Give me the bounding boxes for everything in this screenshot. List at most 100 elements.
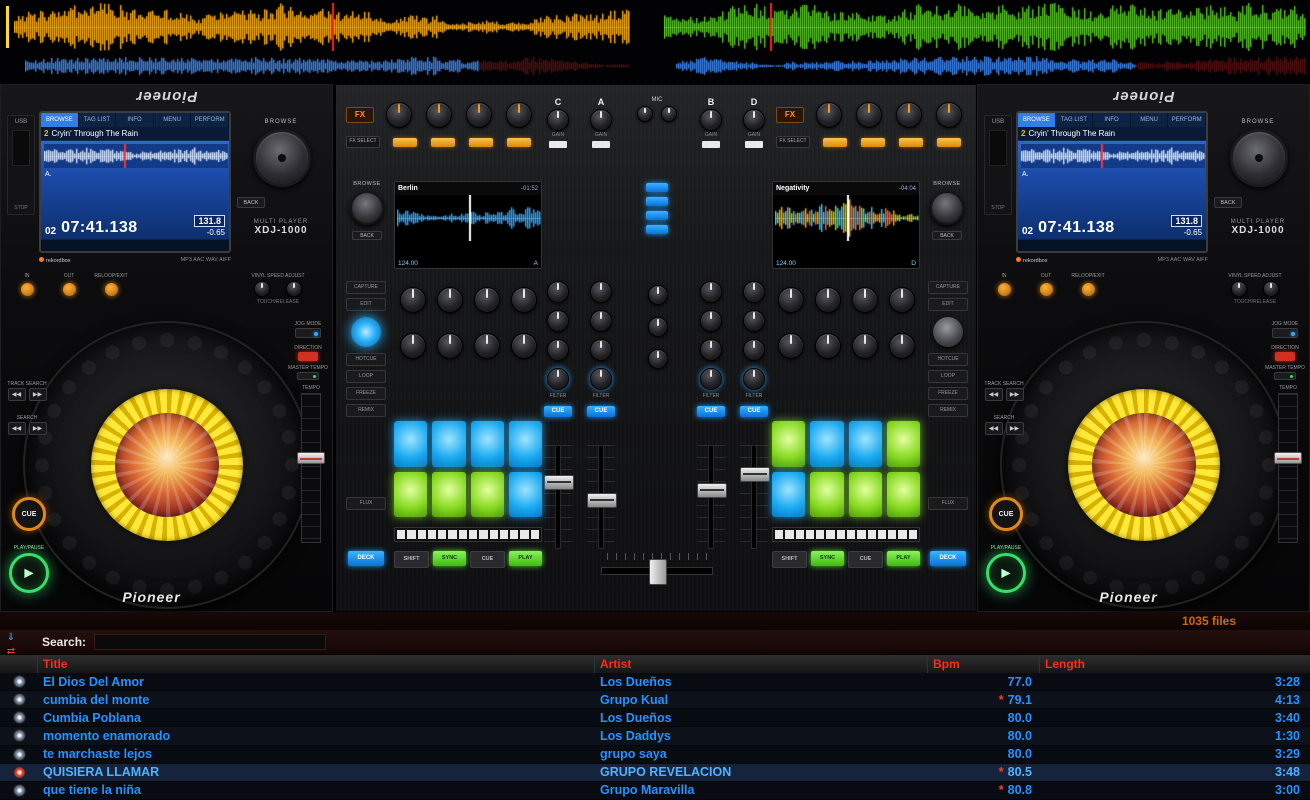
loop-segment[interactable] [468, 530, 478, 539]
tab-tag-list[interactable]: TAG LIST [1055, 113, 1093, 127]
pad-mode-freeze-button[interactable]: FREEZE [346, 387, 386, 400]
cue-button[interactable]: CUE [989, 497, 1023, 531]
loop-segment[interactable] [438, 530, 447, 539]
performance-pad[interactable] [470, 421, 504, 467]
fx-on-button[interactable] [393, 137, 417, 147]
tempo-slider[interactable] [297, 393, 325, 543]
track-search-next-button[interactable] [28, 388, 47, 401]
browse-encoder-left[interactable] [350, 191, 384, 225]
usb-slot[interactable] [12, 130, 30, 166]
performance-pad[interactable] [394, 421, 428, 467]
fx-knob[interactable] [936, 102, 962, 128]
loop-segment[interactable] [846, 530, 856, 539]
performance-pad[interactable] [772, 471, 806, 517]
headphone-cue-button[interactable]: CUE [697, 406, 725, 417]
fx-on-button[interactable] [469, 137, 493, 147]
back-button[interactable]: BACK [237, 197, 265, 208]
fx-knob[interactable] [856, 102, 882, 128]
deck-b-waveform-canvas[interactable] [664, 3, 1306, 51]
performance-pad[interactable] [508, 421, 542, 467]
track-search-prev-button[interactable] [7, 388, 26, 401]
loop-segment[interactable] [448, 530, 457, 539]
loop-segment[interactable] [836, 530, 845, 539]
filter-knob[interactable] [590, 368, 612, 390]
performance-knob[interactable] [399, 287, 426, 313]
headphone-cue-button[interactable]: CUE [544, 406, 572, 417]
channel-assign-button[interactable] [592, 141, 610, 148]
performance-pad[interactable] [886, 471, 920, 517]
loop-segment[interactable] [479, 530, 488, 539]
performance-knob[interactable] [888, 333, 915, 359]
tab-perform[interactable]: PERFORM [191, 113, 228, 127]
eq-low-knob[interactable] [547, 339, 569, 361]
fx-on-button[interactable] [899, 137, 923, 147]
fx-on-button[interactable] [507, 137, 531, 147]
play-pause-button[interactable] [986, 553, 1026, 593]
loop-segment[interactable] [877, 530, 887, 539]
channel-fader-c[interactable] [544, 445, 574, 549]
performance-knob[interactable] [473, 287, 500, 313]
loop-segment[interactable] [458, 530, 467, 539]
pad-mode-remix-button[interactable]: REMIX [928, 404, 968, 417]
browse-encoder-right[interactable] [930, 191, 964, 225]
search-back-button[interactable] [7, 422, 26, 435]
loop-segment[interactable] [520, 530, 529, 539]
performance-pad[interactable] [810, 421, 844, 467]
eq-hi-knob[interactable] [743, 281, 765, 303]
tempo-slider-knob[interactable] [1274, 452, 1302, 464]
gain-knob[interactable] [590, 109, 612, 131]
channel-fader-d[interactable] [740, 445, 770, 549]
reloop-button[interactable] [1080, 282, 1096, 297]
track-search-prev-button[interactable] [984, 388, 1003, 401]
tab-menu[interactable]: MENU [153, 113, 191, 127]
deck-a-waveform-canvas[interactable] [14, 3, 630, 51]
utility-knob[interactable] [648, 317, 668, 337]
loop-segment[interactable] [898, 530, 907, 539]
play-transport-button[interactable]: PLAY [887, 551, 920, 566]
tab-browse[interactable]: BROWSE [1018, 113, 1055, 127]
track-search-next-button[interactable] [1005, 388, 1024, 401]
performance-pad[interactable] [848, 471, 882, 517]
deck-select-button-left[interactable]: DECK [348, 551, 384, 566]
fader-knob[interactable] [544, 475, 574, 490]
performance-knob[interactable] [399, 333, 426, 359]
search-back-button[interactable] [984, 422, 1003, 435]
performance-knob[interactable] [814, 287, 841, 313]
performance-pad[interactable] [886, 421, 920, 467]
track-row[interactable]: El Dios Del Amor Los Dueños 77.0 3:28 [0, 673, 1310, 692]
performance-knob[interactable] [777, 287, 804, 313]
utility-knob[interactable] [648, 349, 668, 369]
filter-knob[interactable] [743, 368, 765, 390]
pad-mode-remix-button[interactable]: REMIX [346, 404, 386, 417]
pad-mode-hotcue-button[interactable]: HOTCUE [346, 353, 386, 366]
eq-mid-knob[interactable] [743, 310, 765, 332]
loop-segment[interactable] [499, 530, 509, 539]
tempo-slider-knob[interactable] [297, 452, 325, 464]
loop-segment[interactable] [417, 530, 426, 539]
fx-on-button[interactable] [823, 137, 847, 147]
channel-assign-button[interactable] [702, 141, 720, 148]
browse-knob[interactable] [253, 129, 311, 187]
edit-button[interactable]: EDIT [928, 298, 968, 311]
jog-wheel[interactable] [23, 321, 311, 609]
performance-knob[interactable] [473, 333, 500, 359]
filter-knob[interactable] [547, 368, 569, 390]
loop-segment[interactable] [427, 530, 437, 539]
usb-slot[interactable] [989, 130, 1007, 166]
track-row[interactable]: que tiene la niña Grupo Maravilla * 80.8 3:0… [0, 781, 1310, 800]
loop-segment[interactable] [489, 530, 498, 539]
performance-knob[interactable] [888, 287, 915, 313]
direction-button[interactable] [1275, 352, 1295, 361]
track-row[interactable]: Cumbia Poblana Los Dueños 80.0 3:40 [0, 709, 1310, 728]
performance-knob[interactable] [436, 287, 463, 313]
search-fwd-button[interactable] [28, 422, 47, 435]
mixer-led-button[interactable] [646, 211, 668, 220]
eq-hi-knob[interactable] [590, 281, 612, 303]
filter-knob[interactable] [700, 368, 722, 390]
loop-segment[interactable] [407, 530, 416, 539]
play-pause-button[interactable] [9, 553, 49, 593]
fader-knob[interactable] [587, 493, 617, 508]
headphone-cue-button[interactable]: CUE [587, 406, 615, 417]
loop-out-button[interactable] [1038, 282, 1054, 297]
fx-on-button[interactable] [937, 137, 961, 147]
